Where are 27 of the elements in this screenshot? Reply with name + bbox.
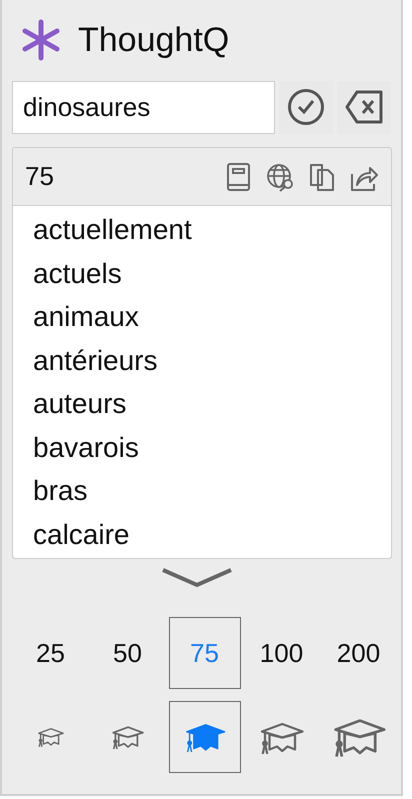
backspace-icon — [345, 90, 383, 124]
graduation-cap-icon — [332, 717, 386, 757]
word-item[interactable]: calcaire — [13, 512, 391, 556]
copy-icon[interactable] — [307, 162, 337, 192]
word-item[interactable]: antérieurs — [13, 338, 391, 382]
word-item[interactable]: actuels — [13, 252, 391, 295]
level-option[interactable]: 200 — [322, 617, 394, 689]
result-count: 75 — [25, 161, 55, 192]
graduation-cap-icon — [184, 722, 226, 752]
check-circle-icon — [287, 88, 325, 126]
difficulty-option[interactable] — [168, 701, 240, 773]
word-item[interactable]: bavarois — [13, 426, 391, 469]
app-title: ThoughtQ — [78, 20, 230, 60]
chevron-down-icon[interactable] — [160, 567, 232, 589]
globe-search-icon[interactable] — [265, 162, 295, 192]
level-option[interactable]: 25 — [14, 617, 86, 689]
graduation-cap-icon — [37, 727, 64, 747]
graduation-cap-icon — [259, 720, 304, 754]
level-option[interactable]: 100 — [246, 617, 318, 689]
search-field[interactable]: dinosaures — [12, 80, 275, 134]
word-item[interactable]: actuellement — [13, 208, 391, 252]
asterisk-logo-icon — [20, 19, 62, 61]
graduation-cap-icon — [111, 724, 144, 750]
word-item[interactable]: bras — [13, 469, 391, 512]
word-item[interactable]: animaux — [13, 295, 391, 338]
level-option[interactable]: 50 — [92, 617, 164, 689]
word-item[interactable]: auteurs — [13, 382, 391, 426]
